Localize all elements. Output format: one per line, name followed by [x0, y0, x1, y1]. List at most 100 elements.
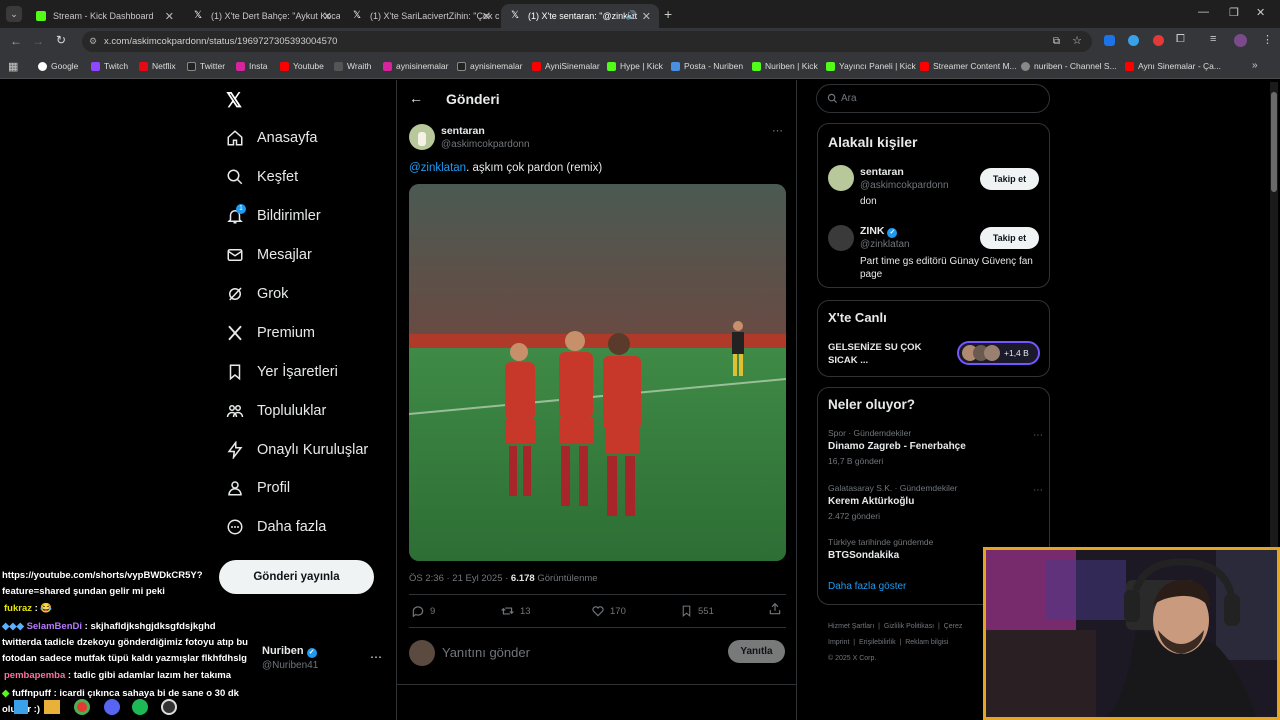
live-listeners-pill[interactable]: +1,4 B [957, 341, 1040, 365]
minimize-button[interactable]: — [1198, 6, 1209, 18]
menu-icon[interactable]: ⋮ [1262, 33, 1273, 46]
site-info-icon[interactable]: ⚙ [89, 31, 97, 52]
like-action[interactable]: 170 [591, 604, 626, 618]
person-name[interactable]: ZINK [860, 225, 885, 237]
search-box[interactable]: Ara [816, 84, 1050, 113]
tab-kick-dashboard[interactable]: Stream - Kick Dashboard ✕ [26, 4, 182, 28]
footer-link[interactable]: Imprint [828, 639, 849, 646]
post-button[interactable]: Gönderi yayınla [219, 560, 374, 594]
tab-sarilacivert[interactable]: 𝕏 (1) X'te SariLacivertZihin: "Çok c ✕ [343, 4, 499, 28]
apps-icon[interactable]: ▦ [8, 60, 18, 73]
person-avatar[interactable] [828, 165, 854, 191]
nav-bookmarks[interactable]: Yer İşaretleri [226, 359, 338, 385]
trend-item[interactable]: Galatasaray S.K. · Gündemdekiler Kerem A… [828, 483, 1043, 523]
bookmark-item[interactable]: aynisinemalar [457, 61, 522, 71]
folder-icon[interactable] [44, 700, 60, 714]
nav-notifications[interactable]: Bildirimler 1 [226, 203, 321, 229]
bookmark-item[interactable]: Netflix [139, 61, 176, 71]
spotify-icon[interactable] [132, 699, 148, 715]
footer-link[interactable]: Çerez [944, 623, 963, 630]
account-switcher[interactable]: Nuriben ✓ @Nuriben41 ⋯ [226, 640, 386, 676]
close-icon[interactable]: ✕ [642, 10, 651, 23]
reply-input[interactable]: Yanıtını gönder [442, 645, 530, 660]
bookmark-item[interactable]: AyniSinemalar [532, 61, 600, 71]
close-window-button[interactable]: ✕ [1256, 6, 1265, 19]
person-handle[interactable]: @zinklatan [860, 239, 910, 250]
profile-avatar[interactable] [1234, 34, 1247, 47]
back-icon[interactable]: ← [10, 34, 22, 48]
bookmark-item[interactable]: Google [38, 61, 78, 71]
extension-icon[interactable] [1128, 35, 1139, 46]
new-tab-button[interactable]: + [664, 6, 672, 22]
person-name[interactable]: sentaran [860, 166, 904, 178]
bookmark-item[interactable]: aynisinemalar [383, 61, 448, 71]
speaker-icon[interactable]: 🔊 [626, 10, 637, 21]
bookmark-action[interactable]: 551 [680, 604, 714, 618]
more-options-icon[interactable]: ⋯ [772, 124, 783, 137]
author-avatar[interactable] [409, 124, 435, 150]
author-name[interactable]: sentaran [441, 125, 485, 137]
trend-item[interactable]: Spor · Gündemdekiler Dinamo Zagreb - Fen… [828, 428, 1043, 468]
tweet-time[interactable]: ÖS 2:36 · 21 Eyl 2025 · [409, 573, 511, 584]
maximize-button[interactable]: ❐ [1229, 6, 1239, 19]
tab-dert-bahce[interactable]: 𝕏 (1) X'te Dert Bahçe: "Aykut Koca ✕ [184, 4, 340, 28]
footer-link[interactable]: Gizlilik Politikası [884, 623, 934, 630]
tweet-video[interactable] [409, 184, 786, 561]
windows-icon[interactable] [14, 700, 28, 714]
reload-icon[interactable]: ↻ [56, 33, 66, 47]
person-handle[interactable]: @askimcokpardonn [860, 180, 949, 191]
tab-sentaran[interactable]: 𝕏 (1) X'te sentaran: "@zinklat 🔊 ✕ [501, 4, 659, 28]
install-icon[interactable]: ⧉ [1053, 31, 1060, 52]
bookmark-item[interactable]: nuriben - Channel S... [1021, 61, 1117, 71]
extensions-puzzle-icon[interactable]: ⧠ [1176, 33, 1185, 46]
obs-icon[interactable] [161, 699, 177, 715]
follow-button[interactable]: Takip et [980, 227, 1039, 249]
bookmark-star-icon[interactable]: ☆ [1072, 31, 1082, 52]
nav-grok[interactable]: Grok [226, 281, 288, 307]
share-icon[interactable] [768, 602, 782, 621]
x-logo-icon[interactable]: 𝕏 [226, 88, 242, 113]
discord-icon[interactable] [104, 699, 120, 715]
more-dots-icon[interactable]: ⋯ [1033, 430, 1043, 441]
media-controls-icon[interactable]: ≡ [1210, 33, 1216, 45]
bookmark-item[interactable]: Youtube [280, 61, 324, 71]
chrome-icon[interactable] [74, 699, 90, 715]
bookmark-item[interactable]: Aynı Sinemalar - Ça... [1125, 61, 1221, 71]
mention-link[interactable]: @zinklatan [409, 162, 466, 174]
nav-profile[interactable]: Profil [226, 475, 290, 501]
footer-link[interactable]: Reklam bilgisi [905, 639, 948, 646]
retweet-action[interactable]: 13 [500, 604, 531, 618]
bookmark-item[interactable]: Wraith [334, 61, 371, 71]
url-bar[interactable]: ⚙ x.com/askimcokpardonn/status/196972730… [82, 31, 1092, 52]
close-icon[interactable]: ✕ [323, 10, 332, 23]
forward-icon[interactable]: → [32, 34, 44, 48]
nav-explore[interactable]: Keşfet [226, 164, 298, 190]
close-icon[interactable]: ✕ [165, 10, 174, 23]
author-handle[interactable]: @askimcokpardonn [441, 139, 530, 150]
nav-messages[interactable]: Mesajlar [226, 242, 312, 268]
more-dots-icon[interactable]: ⋯ [370, 650, 382, 664]
close-icon[interactable]: ✕ [482, 10, 491, 23]
bookmark-item[interactable]: Yayıncı Paneli | Kick [826, 61, 916, 71]
bookmark-item[interactable]: Insta [236, 61, 267, 71]
back-arrow-icon[interactable]: ← [409, 90, 423, 106]
show-more-link[interactable]: Daha fazla göster [828, 581, 906, 592]
scrollbar-thumb[interactable] [1271, 92, 1277, 192]
nav-communities[interactable]: Topluluklar [226, 398, 326, 424]
live-text[interactable]: GELSENİZE SU ÇOK SICAK ... [828, 341, 938, 367]
footer-link[interactable]: Erişilebilirlik [859, 639, 896, 646]
follow-button[interactable]: Takip et [980, 168, 1039, 190]
extension-icon[interactable] [1153, 35, 1164, 46]
more-bookmarks-icon[interactable]: » [1252, 60, 1258, 71]
more-dots-icon[interactable]: ⋯ [1033, 485, 1043, 496]
bookmark-item[interactable]: Twitch [91, 61, 128, 71]
person-avatar[interactable] [828, 225, 854, 251]
nav-more[interactable]: Daha fazla [226, 514, 326, 540]
nav-premium[interactable]: Premium [226, 320, 315, 346]
bookmark-item[interactable]: Twitter [187, 61, 225, 71]
reply-button[interactable]: Yanıtla [728, 640, 785, 663]
extension-icon[interactable] [1104, 35, 1115, 46]
footer-link[interactable]: Hizmet Şartları [828, 623, 874, 630]
tab-search-button[interactable]: ⌄ [6, 6, 22, 22]
bookmark-item[interactable]: Nuriben | Kick [752, 61, 818, 71]
